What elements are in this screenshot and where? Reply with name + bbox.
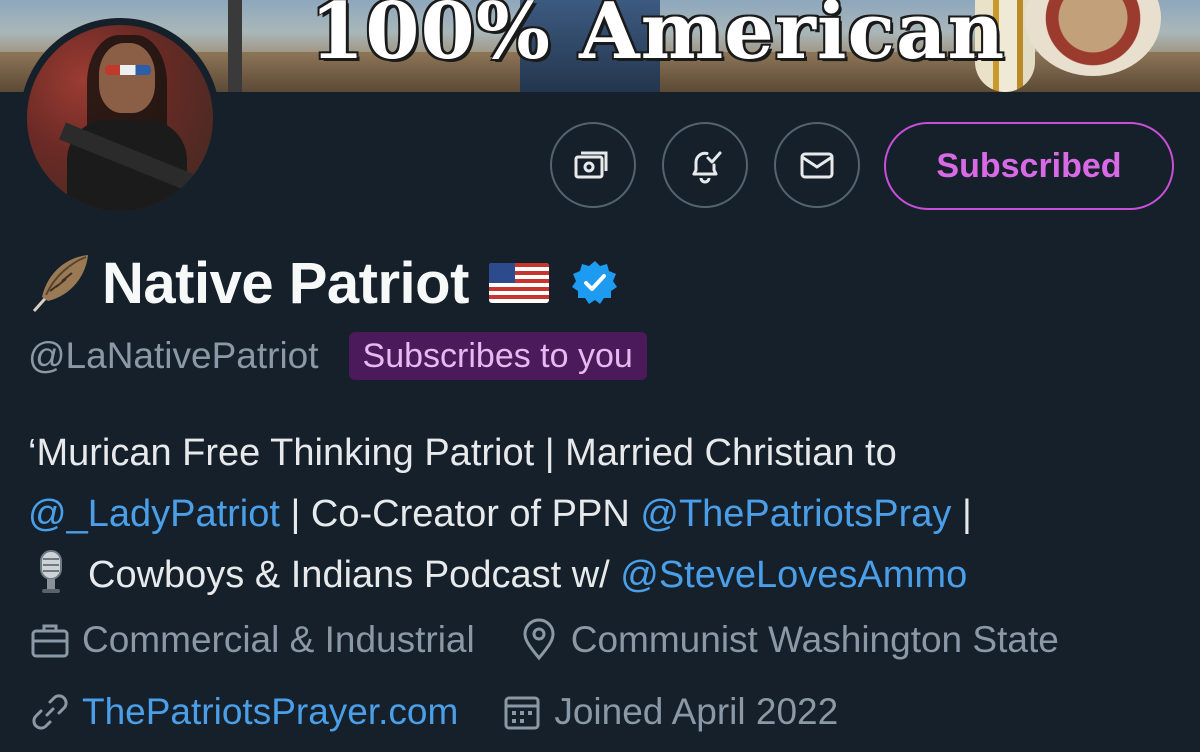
tip-button[interactable]: [550, 122, 636, 208]
briefcase-icon: [31, 624, 69, 658]
profile-meta-row: Commercial & Industrial Communist Washin…: [28, 618, 1101, 662]
microphone-icon: [40, 550, 62, 593]
category-item: Commercial & Industrial: [28, 618, 475, 662]
notifications-button[interactable]: [662, 122, 748, 208]
handle: @LaNativePatriot: [28, 335, 319, 376]
avatar[interactable]: [20, 18, 220, 218]
avatar-image: [27, 25, 213, 211]
mention-link[interactable]: @SteveLovesAmmo: [620, 554, 967, 596]
banner-post: [228, 0, 242, 92]
bio: ‘Murican Free Thinking Patriot | Married…: [28, 423, 1188, 606]
link-icon: [32, 694, 68, 730]
bell-check-icon: [692, 151, 722, 184]
subscribes-to-you-badge: Subscribes to you: [348, 332, 647, 380]
envelope-icon: [800, 152, 834, 179]
display-name-row: Native Patriot: [28, 250, 619, 316]
handle-row: @LaNativePatriot Subscribes to you: [28, 330, 647, 382]
us-flag-icon: [488, 263, 549, 303]
category-text: Commercial & Industrial: [82, 619, 475, 660]
subscribed-button[interactable]: Subscribed: [884, 122, 1174, 210]
joined-text: Joined April 2022: [554, 691, 839, 732]
verified-badge-icon[interactable]: [571, 259, 619, 307]
profile-meta-row: ThePatriotsPrayer.com Joined April 2022: [28, 690, 880, 734]
bio-text: |: [951, 493, 972, 535]
calendar-icon: [504, 696, 540, 730]
banner-title: 100% American: [310, 0, 1006, 77]
location-text: Communist Washington State: [570, 619, 1059, 660]
mention-link[interactable]: @_LadyPatriot: [28, 493, 280, 535]
website-item[interactable]: ThePatriotsPrayer.com: [28, 690, 458, 734]
location-item: Communist Washington State: [517, 618, 1059, 662]
bio-line-2: @_LadyPatriot | Co-Creator of PPN @ThePa…: [28, 484, 1188, 545]
money-icon: [574, 151, 608, 179]
bio-line-3: Cowboys & Indians Podcast w/ @SteveLoves…: [28, 545, 1188, 606]
bio-line-1: ‘Murican Free Thinking Patriot | Married…: [28, 432, 897, 474]
message-button[interactable]: [774, 122, 860, 208]
website-link[interactable]: ThePatriotsPrayer.com: [82, 691, 458, 733]
bio-text: | Co-Creator of PPN: [279, 493, 641, 535]
location-pin-icon: [523, 618, 555, 661]
mention-link[interactable]: @ThePatriotsPray: [640, 493, 951, 535]
bio-text: Cowboys & Indians Podcast w/: [88, 554, 621, 596]
joined-item: Joined April 2022: [500, 690, 838, 734]
feather-icon: [32, 255, 88, 313]
display-name: Native Patriot: [102, 250, 469, 316]
